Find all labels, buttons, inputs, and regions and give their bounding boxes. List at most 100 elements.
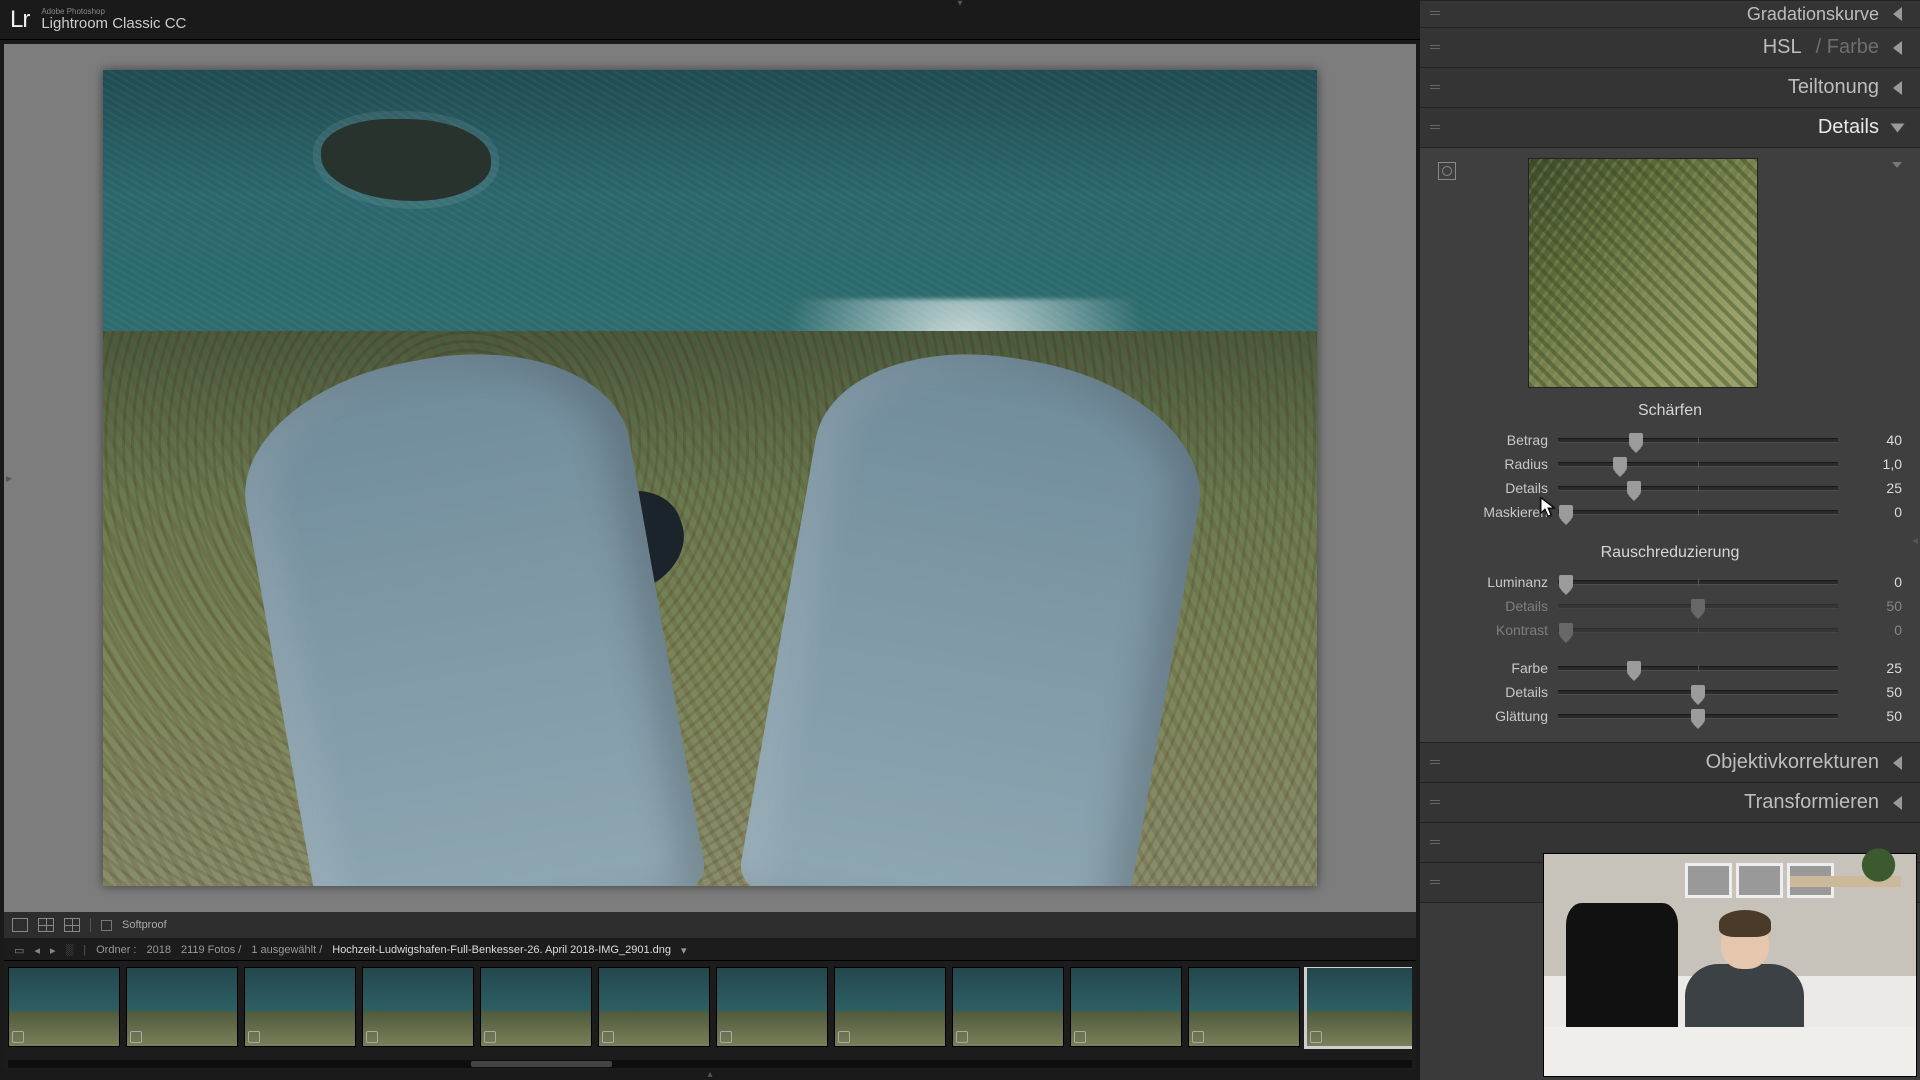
compare-view-icon[interactable] [38, 918, 54, 932]
slider-track[interactable] [1558, 510, 1838, 515]
panel-header-splittoning[interactable]: Teiltonung [1420, 68, 1920, 108]
filmstrip-thumbnail[interactable] [716, 967, 828, 1047]
details-panel-body: Schärfen Betrag40Radius1,0Details25Maski… [1420, 148, 1920, 743]
slider-value[interactable]: 1,0 [1848, 456, 1902, 472]
sharpen-detail-slider[interactable]: Details25 [1438, 476, 1902, 500]
slider-track[interactable] [1558, 666, 1838, 671]
filmstrip-thumbnail[interactable] [244, 967, 356, 1047]
slider-value[interactable]: 50 [1848, 598, 1902, 614]
slider-value[interactable]: 0 [1848, 574, 1902, 590]
noise-color-slider[interactable]: Farbe25 [1438, 656, 1902, 680]
panel-grip-icon [1430, 840, 1440, 846]
panel-header-lens[interactable]: Objektivkorrekturen [1420, 743, 1920, 783]
slider-value[interactable]: 25 [1848, 480, 1902, 496]
selected-count: 1 ausgewählt / [251, 944, 322, 956]
panel-grip-icon [1430, 880, 1440, 886]
main-photo[interactable] [103, 70, 1317, 886]
softproof-checkbox[interactable] [101, 920, 112, 931]
slider-value[interactable]: 0 [1848, 504, 1902, 520]
detail-preview-menu-icon[interactable] [1892, 162, 1902, 168]
slider-knob [1691, 599, 1705, 615]
nav-fwd-icon[interactable]: ▸ [50, 944, 56, 957]
filmstrip-thumbnail[interactable] [362, 967, 474, 1047]
sharpen-amount-slider[interactable]: Betrag40 [1438, 428, 1902, 452]
app-title-text: Lightroom Classic CC [41, 16, 186, 31]
slider-knob[interactable] [1627, 661, 1641, 677]
image-canvas-area[interactable]: ▸ [4, 44, 1416, 912]
slider-knob[interactable] [1613, 457, 1627, 473]
slider-label: Maskieren [1438, 504, 1548, 520]
current-filename[interactable]: Hochzeit-Ludwigshafen-Full-Benkesser-26.… [332, 944, 671, 956]
filmstrip-thumbnail[interactable] [1306, 967, 1412, 1047]
panel-subtitle-hsl: / Farbe [1816, 36, 1879, 59]
slider-value[interactable]: 25 [1848, 660, 1902, 676]
slider-knob[interactable] [1559, 575, 1573, 591]
slider-knob[interactable] [1559, 505, 1573, 521]
softproof-label: Softproof [122, 919, 167, 931]
slider-track[interactable] [1558, 714, 1838, 719]
detail-preview-thumbnail[interactable] [1528, 158, 1758, 388]
filmstrip-thumbnail[interactable] [1188, 967, 1300, 1047]
slider-label: Details [1438, 598, 1548, 614]
slider-knob[interactable] [1691, 709, 1705, 725]
loupe-toolbar: Softproof [4, 912, 1416, 938]
noise-lum_detail-slider: Details 50 [1438, 594, 1902, 618]
slider-label: Luminanz [1438, 574, 1548, 590]
filmstrip-thumbnail[interactable] [480, 967, 592, 1047]
noise-section-title: Rauschreduzierung [1438, 544, 1902, 562]
top-panel-handle[interactable] [940, 0, 980, 8]
slider-knob[interactable] [1627, 481, 1641, 497]
loupe-view-icon[interactable] [12, 918, 28, 932]
filmstrip-thumbnail[interactable] [952, 967, 1064, 1047]
panel-header-transform[interactable]: Transformieren [1420, 783, 1920, 823]
filmstrip-info-bar: ▭ ◂ ▸ ░ | Ordner : 2018 2119 Fotos / 1 a… [4, 940, 1416, 960]
filmstrip-scrollbar[interactable] [8, 1060, 1412, 1068]
slider-track [1558, 604, 1838, 609]
slider-track[interactable] [1558, 580, 1838, 585]
filmstrip-thumbnail[interactable] [8, 967, 120, 1047]
filmstrip-thumbnail[interactable] [126, 967, 238, 1047]
filmstrip-thumbnail[interactable] [1070, 967, 1182, 1047]
slider-track[interactable] [1558, 438, 1838, 443]
slider-value[interactable]: 40 [1848, 432, 1902, 448]
slider-track[interactable] [1558, 486, 1838, 491]
survey-view-icon[interactable] [64, 918, 80, 932]
panel-header-hsl[interactable]: HSL / Farbe [1420, 28, 1920, 68]
panel-title-transform: Transformieren [1744, 791, 1879, 814]
filename-dropdown-icon[interactable]: ▾ [681, 944, 687, 957]
slider-track[interactable] [1558, 462, 1838, 467]
grid-icon[interactable]: ░ [65, 944, 73, 956]
panel-header-gradation[interactable]: Gradationskurve [1420, 0, 1920, 28]
noise-color_detail-slider[interactable]: Details50 [1438, 680, 1902, 704]
sharpen-radius-slider[interactable]: Radius 1,0 [1438, 452, 1902, 476]
right-panel-handle[interactable]: ◂ [1912, 533, 1918, 547]
left-panel-handle[interactable]: ▸ [6, 471, 12, 485]
folder-prefix: Ordner : [96, 944, 136, 956]
panel-title-details: Details [1818, 116, 1879, 139]
sharpen-masking-slider[interactable]: Maskieren 0 [1438, 500, 1902, 524]
photo-count: 2119 Fotos / [181, 944, 241, 956]
second-monitor-icon[interactable]: ▭ [14, 944, 24, 957]
noise-color_smooth-slider[interactable]: Glättung50 [1438, 704, 1902, 728]
collapse-triangle-icon [1893, 756, 1902, 770]
detail-target-picker-icon[interactable] [1438, 162, 1456, 180]
filmstrip-thumbnail[interactable] [598, 967, 710, 1047]
toolbar-divider [90, 918, 91, 932]
slider-knob[interactable] [1691, 685, 1705, 701]
slider-label: Radius [1438, 456, 1548, 472]
lr-logo-icon: Lr [10, 6, 29, 34]
noise-luminance-slider[interactable]: Luminanz 0 [1438, 570, 1902, 594]
filmstrip-thumbnail[interactable] [834, 967, 946, 1047]
slider-value[interactable]: 50 [1848, 684, 1902, 700]
bottom-panel-handle[interactable]: ▴ [0, 1070, 1420, 1080]
panel-grip-icon [1430, 85, 1440, 91]
slider-value[interactable]: 50 [1848, 708, 1902, 724]
sharpen-section-title: Schärfen [1438, 402, 1902, 420]
nav-back-icon[interactable]: ◂ [34, 944, 40, 957]
panel-grip-icon [1430, 800, 1440, 806]
slider-knob[interactable] [1629, 433, 1643, 449]
slider-value[interactable]: 0 [1848, 622, 1902, 638]
slider-track[interactable] [1558, 690, 1838, 695]
webcam-overlay [1544, 854, 1916, 1076]
panel-header-details[interactable]: Details [1420, 108, 1920, 148]
